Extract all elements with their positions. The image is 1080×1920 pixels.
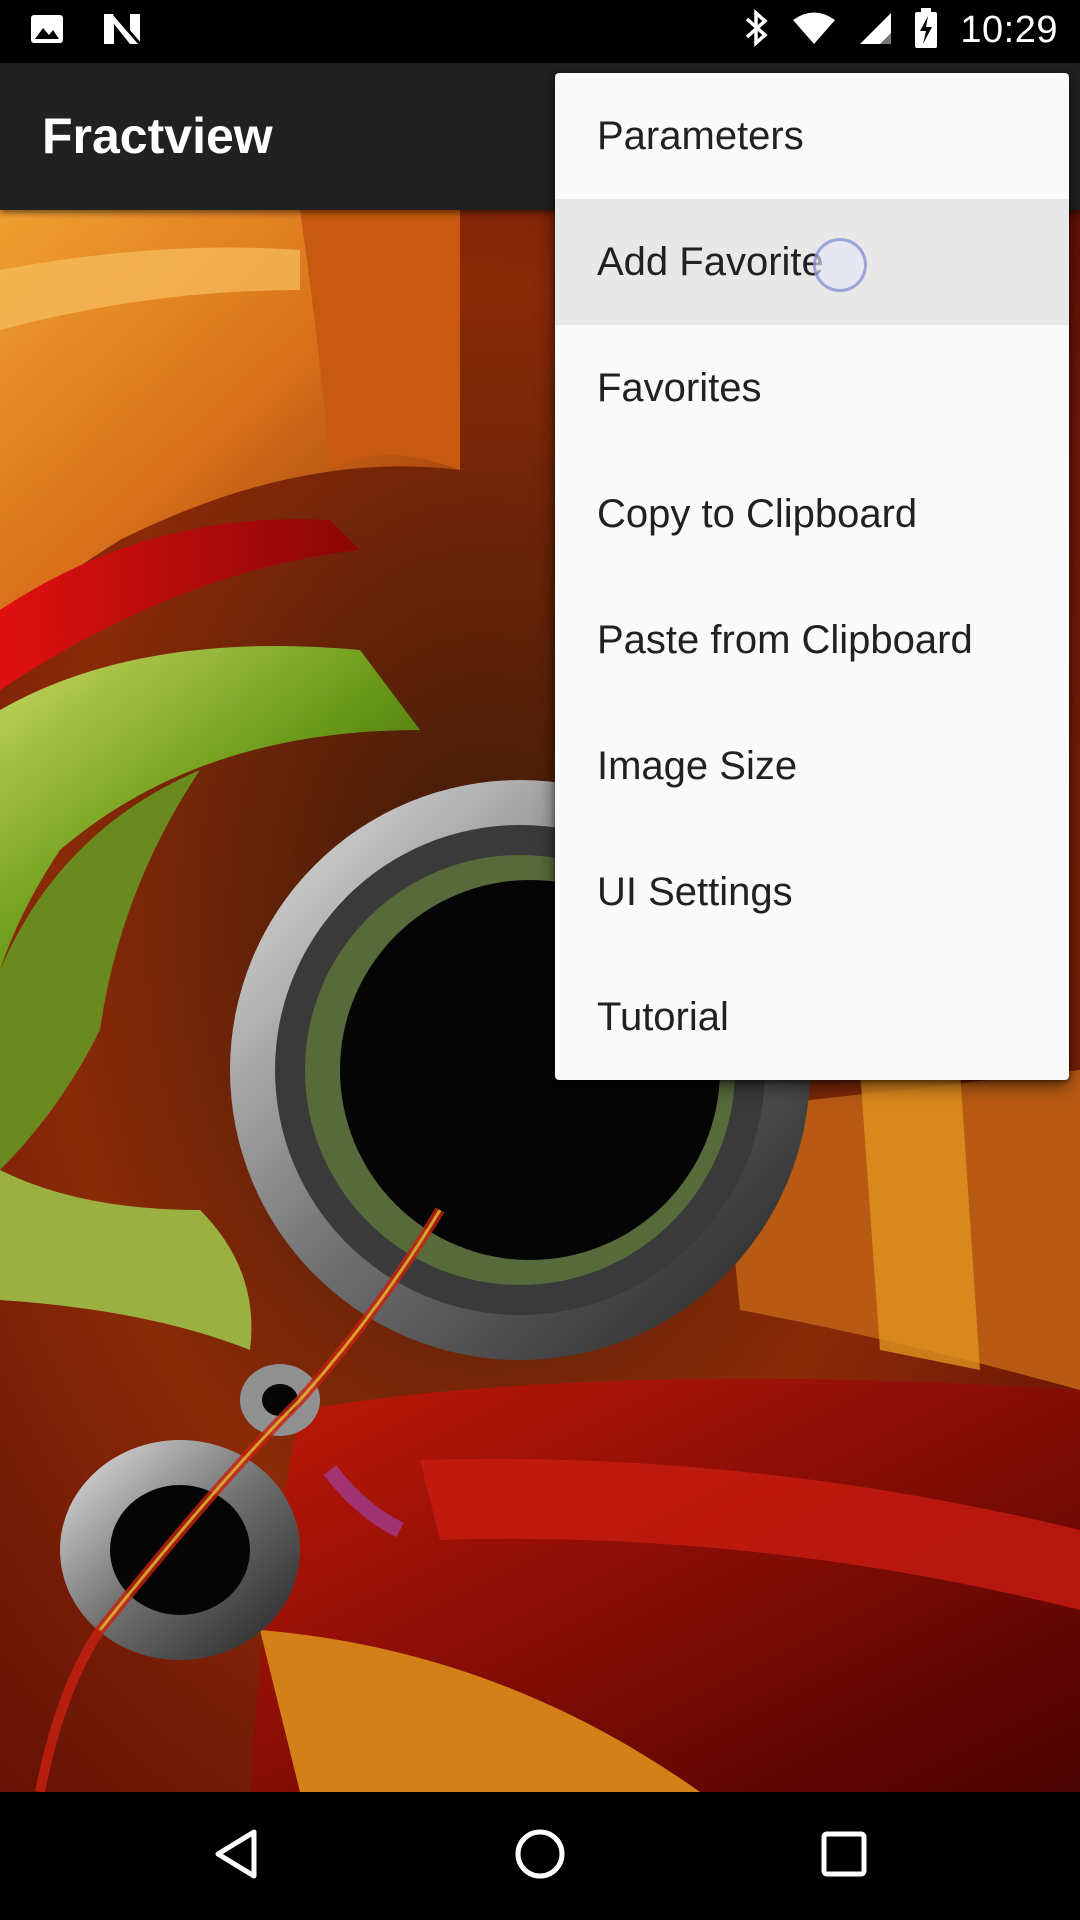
wifi-icon — [792, 11, 836, 50]
image-notification-icon — [30, 12, 64, 51]
menu-item-label: Parameters — [597, 113, 804, 158]
back-button[interactable] — [206, 1826, 266, 1886]
home-icon — [514, 1828, 566, 1885]
battery-charging-icon — [914, 8, 938, 53]
overflow-menu: Parameters Add Favorite Favorites Copy t… — [555, 73, 1069, 1080]
recents-button[interactable] — [814, 1826, 874, 1886]
menu-item-paste-from-clipboard[interactable]: Paste from Clipboard — [555, 577, 1069, 703]
menu-item-ui-settings[interactable]: UI Settings — [555, 829, 1069, 955]
menu-item-image-size[interactable]: Image Size — [555, 703, 1069, 829]
status-bar: 10:29 — [0, 0, 1080, 63]
signal-icon — [858, 11, 892, 50]
menu-item-label: Tutorial — [597, 995, 729, 1039]
bluetooth-icon — [744, 9, 770, 52]
back-icon — [212, 1828, 260, 1885]
screen: 10:29 Fractview Parameters Add Favorite … — [0, 0, 1080, 1920]
menu-item-label: UI Settings — [597, 869, 793, 914]
menu-item-tutorial[interactable]: Tutorial — [555, 955, 1069, 1080]
menu-item-label: Favorites — [597, 365, 762, 410]
touch-ripple — [813, 238, 867, 292]
menu-item-label: Image Size — [597, 743, 798, 788]
menu-item-favorites[interactable]: Favorites — [555, 325, 1069, 451]
recents-icon — [821, 1831, 867, 1882]
n-notification-icon — [102, 12, 142, 51]
menu-item-copy-to-clipboard[interactable]: Copy to Clipboard — [555, 451, 1069, 577]
menu-item-label: Copy to Clipboard — [597, 491, 918, 536]
menu-item-add-favorite[interactable]: Add Favorite — [555, 199, 1069, 325]
navigation-bar — [0, 1792, 1080, 1920]
menu-item-parameters[interactable]: Parameters — [555, 73, 1069, 199]
home-button[interactable] — [510, 1826, 570, 1886]
menu-item-label: Paste from Clipboard — [597, 617, 973, 662]
app-title: Fractview — [42, 108, 273, 164]
status-time: 10:29 — [960, 9, 1058, 51]
menu-item-label: Add Favorite — [597, 239, 824, 284]
